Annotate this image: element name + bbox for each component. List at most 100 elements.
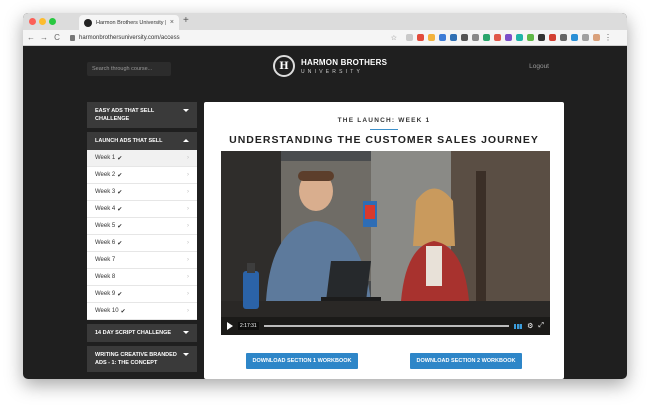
- checkmark-icon: ✔: [117, 291, 123, 298]
- chevron-right-icon: ›: [187, 291, 189, 297]
- extension-icon[interactable]: [472, 34, 479, 41]
- maximize-window-button[interactable]: [49, 18, 56, 25]
- extension-icon[interactable]: [417, 34, 424, 41]
- extension-icon[interactable]: [439, 34, 446, 41]
- lesson-label: Week 9: [95, 291, 116, 297]
- chevron-right-icon: ›: [187, 206, 189, 212]
- forward-button[interactable]: →: [40, 33, 48, 42]
- lesson-week-10[interactable]: Week 10 ✔ ›: [87, 303, 197, 320]
- volume-icon[interactable]: [514, 323, 523, 329]
- lesson-label: Week 2: [95, 172, 116, 178]
- course-search-input[interactable]: Search through course...: [87, 62, 171, 76]
- chevron-right-icon: ›: [187, 223, 189, 229]
- lesson-list: Week 1 ✔ › Week 2 ✔ › Week 3 ✔ › Week 4 …: [87, 150, 197, 320]
- lesson-label: Week 4: [95, 206, 116, 212]
- extension-icon[interactable]: [582, 34, 589, 41]
- favicon-icon: [84, 18, 92, 27]
- extension-icon[interactable]: [450, 34, 457, 41]
- tab-close-icon[interactable]: ×: [170, 19, 174, 26]
- lesson-week-1[interactable]: Week 1 ✔ ›: [87, 150, 197, 167]
- lesson-week-7[interactable]: Week 7 ›: [87, 252, 197, 269]
- browser-tab[interactable]: Harmon Brothers University | ×: [79, 15, 179, 30]
- extension-icon[interactable]: [560, 34, 567, 41]
- lesson-label: Week 8: [95, 274, 116, 280]
- chevron-right-icon: ›: [187, 257, 189, 263]
- chevron-right-icon: ›: [187, 308, 189, 314]
- video-progress-bar[interactable]: [263, 325, 510, 327]
- video-player[interactable]: 2:17:31 ⚙ ⤢: [221, 151, 550, 335]
- extension-icon[interactable]: [461, 34, 468, 41]
- brand-logo[interactable]: H HARMON BROTHERS UNIVERSITY: [273, 55, 387, 77]
- logout-link[interactable]: Logout: [529, 63, 549, 70]
- extension-icon[interactable]: [406, 34, 413, 41]
- chevron-up-icon: [183, 139, 189, 142]
- kicker-underline: [370, 129, 398, 130]
- new-tab-button[interactable]: +: [183, 15, 189, 26]
- checkmark-icon: ✔: [117, 189, 123, 196]
- extension-icon[interactable]: [428, 34, 435, 41]
- brand-name: HARMON BROTHERS: [301, 57, 388, 67]
- tab-bar: Harmon Brothers University | × +: [23, 13, 627, 30]
- lesson-week-8[interactable]: Week 8 ›: [87, 269, 197, 286]
- section-launch-ads[interactable]: LAUNCH ADS THAT SELL: [87, 132, 197, 150]
- course-content: EASY ADS THAT SELL CHALLENGE LAUNCH ADS …: [23, 102, 627, 379]
- checkmark-icon: ✔: [117, 223, 123, 230]
- section-easy-ads[interactable]: EASY ADS THAT SELL CHALLENGE: [87, 102, 197, 128]
- reload-button[interactable]: C: [53, 33, 61, 42]
- lesson-label: Week 3: [95, 189, 116, 195]
- chevron-down-icon: [183, 109, 189, 112]
- extensions-bar: ⋮: [406, 33, 623, 42]
- extension-icon[interactable]: [538, 34, 545, 41]
- download-section-1-button[interactable]: DOWNLOAD SECTION 1 WORKBOOK: [246, 353, 358, 369]
- section-label: 14 DAY SCRIPT CHALLENGE: [95, 330, 172, 336]
- profile-avatar[interactable]: [593, 34, 600, 41]
- fullscreen-icon[interactable]: ⤢: [538, 322, 544, 330]
- extension-icon[interactable]: [516, 34, 523, 41]
- checkmark-icon: ✔: [117, 155, 123, 162]
- browser-window: Harmon Brothers University | × + ← → C h…: [23, 13, 627, 379]
- video-frame: [221, 151, 550, 335]
- gear-icon[interactable]: ⚙: [527, 322, 533, 330]
- lesson-week-3[interactable]: Week 3 ✔ ›: [87, 184, 197, 201]
- lesson-week-6[interactable]: Week 6 ✔ ›: [87, 235, 197, 252]
- lesson-panel: THE LAUNCH: WEEK 1 UNDERSTANDING THE CUS…: [204, 102, 564, 379]
- chevron-right-icon: ›: [187, 240, 189, 246]
- lesson-week-4[interactable]: Week 4 ✔ ›: [87, 201, 197, 218]
- extension-icon[interactable]: [494, 34, 501, 41]
- video-timecode: 2:17:31: [238, 322, 259, 330]
- minimize-window-button[interactable]: [39, 18, 46, 25]
- lesson-week-5[interactable]: Week 5 ✔ ›: [87, 218, 197, 235]
- course-sidebar: EASY ADS THAT SELL CHALLENGE LAUNCH ADS …: [87, 102, 197, 376]
- download-section-2-button[interactable]: DOWNLOAD SECTION 2 WORKBOOK: [410, 353, 522, 369]
- checkmark-icon: ✔: [117, 172, 123, 179]
- back-button[interactable]: ←: [27, 33, 35, 42]
- section-branded-ads[interactable]: WRITING CREATIVE BRANDED ADS - 1: THE CO…: [87, 346, 197, 372]
- site-header: Search through course... H HARMON BROTHE…: [23, 46, 627, 102]
- section-label: EASY ADS THAT SELL CHALLENGE: [95, 108, 155, 122]
- section-script-challenge[interactable]: 14 DAY SCRIPT CHALLENGE: [87, 324, 197, 342]
- play-icon[interactable]: [227, 322, 233, 330]
- browser-menu-icon[interactable]: ⋮: [604, 33, 612, 42]
- lesson-label: Week 6: [95, 240, 116, 246]
- video-controls: 2:17:31 ⚙ ⤢: [221, 317, 550, 335]
- checkmark-icon: ✔: [117, 206, 123, 213]
- bookmark-star-icon[interactable]: ☆: [391, 34, 397, 42]
- section-label: LAUNCH ADS THAT SELL: [95, 138, 163, 144]
- chevron-down-icon: [183, 353, 189, 356]
- section-label: WRITING CREATIVE BRANDED ADS - 1: THE CO…: [95, 352, 177, 366]
- logo-seal-icon: H: [273, 55, 295, 77]
- close-window-button[interactable]: [29, 18, 36, 25]
- lesson-week-9[interactable]: Week 9 ✔ ›: [87, 286, 197, 303]
- lesson-label: Week 10: [95, 308, 119, 314]
- address-bar: ← → C harmonbrothersuniversity.com/acces…: [23, 30, 627, 46]
- extension-icon[interactable]: [527, 34, 534, 41]
- lesson-label: Week 5: [95, 223, 116, 229]
- extension-icon[interactable]: [571, 34, 578, 41]
- lesson-week-2[interactable]: Week 2 ✔ ›: [87, 167, 197, 184]
- extension-icon[interactable]: [505, 34, 512, 41]
- chevron-right-icon: ›: [187, 274, 189, 280]
- url-field[interactable]: harmonbrothersuniversity.com/access ☆: [66, 32, 401, 44]
- extension-icon[interactable]: [549, 34, 556, 41]
- brand-subtitle: UNIVERSITY: [301, 68, 364, 75]
- extension-icon[interactable]: [483, 34, 490, 41]
